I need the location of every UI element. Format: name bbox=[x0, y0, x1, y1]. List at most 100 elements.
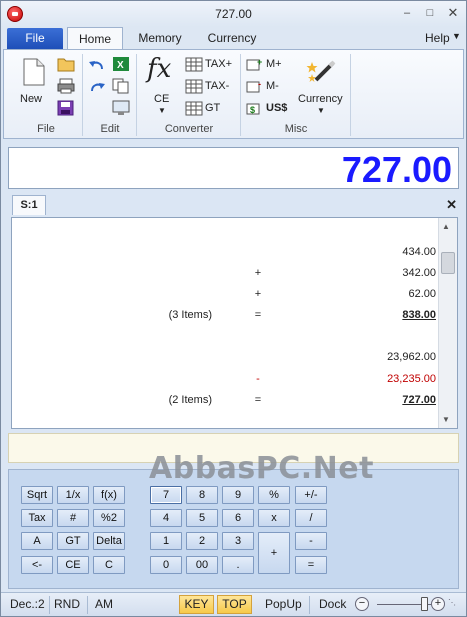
tape-row-label: (2 Items) bbox=[168, 394, 212, 406]
key-8[interactable]: 8 bbox=[186, 486, 218, 504]
memory-minus-icon: - bbox=[246, 79, 261, 93]
key-5[interactable]: 5 bbox=[186, 509, 218, 527]
maximize-icon[interactable]: □ bbox=[419, 6, 441, 22]
key-divide[interactable]: / bbox=[295, 509, 327, 527]
tape-row-operator: + bbox=[254, 288, 262, 300]
table-icon bbox=[185, 79, 203, 94]
tab-tape-s1[interactable]: S:1 bbox=[12, 195, 46, 215]
key-backspace[interactable]: <- bbox=[21, 556, 53, 574]
redo-icon[interactable] bbox=[88, 80, 106, 94]
currency-button[interactable]: Currency bbox=[298, 93, 343, 105]
status-decimals[interactable]: Dec.:2 bbox=[10, 597, 45, 611]
tax-plus-button[interactable]: TAX+ bbox=[205, 58, 232, 70]
scroll-down-icon[interactable]: ▼ bbox=[442, 415, 450, 424]
key-3[interactable]: 3 bbox=[222, 532, 254, 550]
scrollbar-thumb[interactable] bbox=[441, 252, 455, 274]
key-minus[interactable]: - bbox=[295, 532, 327, 550]
watermark: AbbasPC.Net bbox=[149, 451, 374, 486]
group-label-edit: Edit bbox=[100, 123, 120, 135]
zoom-out-icon[interactable]: − bbox=[355, 597, 369, 611]
magic-wand-icon[interactable] bbox=[306, 56, 338, 88]
chevron-down-icon[interactable]: ▼ bbox=[452, 31, 461, 41]
key-percent-2[interactable]: %2 bbox=[93, 509, 125, 527]
ce-button[interactable]: CE bbox=[154, 93, 169, 105]
scroll-up-icon[interactable]: ▲ bbox=[442, 222, 450, 231]
key-hash[interactable]: # bbox=[57, 509, 89, 527]
key-plus-minus[interactable]: +/- bbox=[295, 486, 327, 504]
function-fx-icon[interactable]: fx bbox=[147, 54, 171, 84]
status-top-toggle[interactable]: TOP bbox=[217, 595, 252, 614]
key-c[interactable]: C bbox=[93, 556, 125, 574]
result-display: 727.00 bbox=[8, 147, 459, 190]
new-button[interactable]: New bbox=[20, 93, 42, 105]
tab-currency[interactable]: Currency bbox=[203, 27, 261, 49]
key-9[interactable]: 9 bbox=[222, 486, 254, 504]
key-0[interactable]: 0 bbox=[150, 556, 182, 574]
zoom-in-icon[interactable]: + bbox=[431, 597, 445, 611]
key-00[interactable]: 00 bbox=[186, 556, 218, 574]
tab-home[interactable]: Home bbox=[67, 27, 123, 49]
dollar-icon: $ bbox=[246, 103, 260, 115]
close-tape-icon[interactable]: ✕ bbox=[446, 197, 457, 213]
tape-row-value: 342.00 bbox=[402, 267, 436, 279]
print-icon[interactable] bbox=[57, 78, 75, 94]
key-decimal[interactable]: . bbox=[222, 556, 254, 574]
save-icon[interactable] bbox=[57, 100, 75, 116]
status-key-toggle[interactable]: KEY bbox=[179, 595, 214, 614]
key-tax[interactable]: Tax bbox=[21, 509, 53, 527]
gt-button[interactable]: GT bbox=[205, 102, 220, 114]
status-dock[interactable]: Dock bbox=[319, 597, 346, 611]
key-sqrt[interactable]: Sqrt bbox=[21, 486, 53, 504]
us-dollar-button[interactable]: US$ bbox=[266, 102, 287, 114]
key-reciprocal[interactable]: 1/x bbox=[57, 486, 89, 504]
undo-icon[interactable] bbox=[88, 58, 106, 72]
key-a[interactable]: A bbox=[21, 532, 53, 550]
key-2[interactable]: 2 bbox=[186, 532, 218, 550]
tape-row: 23,962.00 bbox=[12, 351, 438, 367]
status-am[interactable]: AM bbox=[95, 597, 113, 611]
excel-export-icon[interactable]: X bbox=[112, 56, 130, 72]
chevron-down-icon[interactable]: ▼ bbox=[317, 106, 325, 115]
tape-row-value: 62.00 bbox=[408, 288, 436, 300]
close-window-icon[interactable]: ✕ bbox=[442, 6, 464, 22]
resize-grip-icon[interactable]: ⋱ bbox=[448, 598, 456, 607]
tape-row-label: (3 Items) bbox=[168, 309, 212, 321]
key-4[interactable]: 4 bbox=[150, 509, 182, 527]
key-ce[interactable]: CE bbox=[57, 556, 89, 574]
svg-text:+: + bbox=[257, 57, 262, 67]
minimize-icon[interactable]: ‒ bbox=[396, 6, 418, 22]
key-gt[interactable]: GT bbox=[57, 532, 89, 550]
memory-minus-button[interactable]: M- bbox=[266, 80, 279, 92]
app-window: 727.00 ‒ □ ✕ File Home Memory Currency H… bbox=[0, 0, 467, 617]
screen-icon[interactable] bbox=[112, 100, 130, 116]
group-label-misc: Misc bbox=[284, 123, 308, 135]
key-equals[interactable]: = bbox=[295, 556, 327, 574]
copy-icon[interactable] bbox=[112, 78, 130, 94]
chevron-down-icon[interactable]: ▼ bbox=[158, 106, 166, 115]
tape-row: + 62.00 bbox=[12, 288, 438, 304]
tape-row-operator: - bbox=[256, 373, 260, 385]
key-multiply[interactable]: x bbox=[258, 509, 290, 527]
zoom-slider-thumb[interactable] bbox=[421, 597, 428, 611]
memory-plus-button[interactable]: M+ bbox=[266, 58, 282, 70]
status-popup[interactable]: PopUp bbox=[265, 597, 302, 611]
key-percent[interactable]: % bbox=[258, 486, 290, 504]
new-document-icon[interactable] bbox=[22, 58, 46, 86]
key-delta[interactable]: Delta bbox=[93, 532, 125, 550]
table-icon bbox=[185, 101, 203, 116]
key-plus[interactable]: + bbox=[258, 532, 290, 574]
key-1[interactable]: 1 bbox=[150, 532, 182, 550]
ribbon: New File X Edit fx CE ▼ TAX+ TAX- GT Con… bbox=[3, 49, 464, 139]
tax-minus-button[interactable]: TAX- bbox=[205, 80, 229, 92]
status-rounding[interactable]: RND bbox=[54, 597, 80, 611]
tape-row-operator: = bbox=[254, 394, 262, 406]
key-7[interactable]: 7 bbox=[150, 486, 182, 504]
open-folder-icon[interactable] bbox=[57, 56, 75, 72]
divider bbox=[309, 596, 310, 614]
help-menu[interactable]: Help bbox=[425, 31, 450, 45]
key-6[interactable]: 6 bbox=[222, 509, 254, 527]
key-function[interactable]: f(x) bbox=[93, 486, 125, 504]
tab-file[interactable]: File bbox=[7, 28, 63, 49]
tab-memory[interactable]: Memory bbox=[133, 27, 187, 49]
tape-scrollbar[interactable]: ▲ ▼ bbox=[438, 218, 457, 428]
